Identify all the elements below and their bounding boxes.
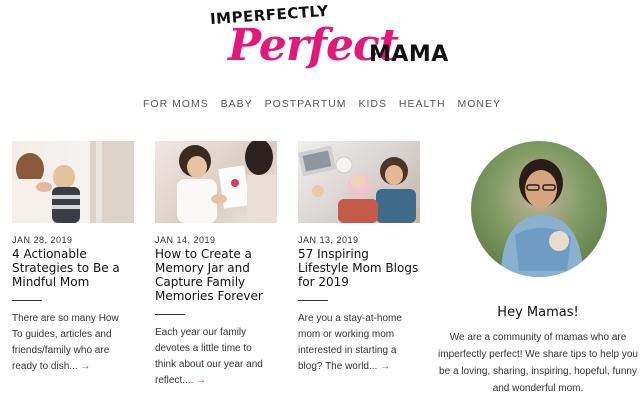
post-card: JAN 13, 2019 57 Inspiring Lifestyle Mom …: [298, 141, 420, 375]
author-avatar: [471, 141, 607, 277]
post-thumbnail[interactable]: [298, 141, 420, 223]
post-title[interactable]: 4 Actionable Strategies to Be a Mindful …: [12, 247, 134, 289]
nav-item-health[interactable]: HEALTH: [399, 98, 446, 110]
nav-item-baby[interactable]: BABY: [221, 98, 253, 110]
post-card: JAN 28, 2019 4 Actionable Strategies to …: [12, 141, 134, 375]
post-thumbnail[interactable]: [12, 141, 134, 223]
post-date: JAN 13, 2019: [298, 235, 359, 245]
post-excerpt: Each year our family devotes a little ti…: [155, 327, 263, 386]
post-title[interactable]: 57 Inspiring Lifestyle Mom Blogs for 201…: [298, 247, 420, 289]
post-excerpt: Are you a stay-at-home mom or working mo…: [298, 313, 402, 372]
post-card: JAN 14, 2019 How to Create a Memory Jar …: [155, 141, 277, 389]
family-laptop-photo: [298, 146, 416, 223]
read-more-arrow-icon[interactable]: →: [380, 361, 390, 372]
mother-child-photo: [12, 141, 134, 223]
divider: [298, 300, 328, 301]
read-more-arrow-icon[interactable]: →: [80, 361, 90, 372]
divider: [12, 300, 42, 301]
post-title[interactable]: How to Create a Memory Jar and Capture F…: [155, 247, 277, 303]
post-date: JAN 14, 2019: [155, 235, 216, 245]
nav-item-postpartum[interactable]: POSTPARTUM: [265, 98, 347, 110]
child-crafting-photo: [177, 141, 277, 223]
post-excerpt: There are so many How To guides, article…: [12, 313, 119, 372]
sidebar-heading: Hey Mamas!: [497, 305, 579, 320]
main-nav: FOR MOMS BABY POSTPARTUM KIDS HEALTH MON…: [0, 98, 644, 110]
nav-item-money[interactable]: MONEY: [457, 98, 501, 110]
logo-mama: MAMA: [369, 42, 449, 67]
post-date: JAN 28, 2019: [12, 235, 73, 245]
divider: [155, 314, 185, 315]
author-photo: [501, 159, 583, 277]
read-more-arrow-icon[interactable]: →: [196, 375, 206, 386]
nav-item-kids[interactable]: KIDS: [358, 98, 387, 110]
nav-item-for-moms[interactable]: FOR MOMS: [143, 98, 209, 110]
site-logo[interactable]: IMPERFECTLY Perfect MAMA: [206, 2, 449, 84]
post-thumbnail[interactable]: [155, 141, 277, 223]
sidebar-about-text: We are a community of mamas who are impe…: [438, 332, 638, 394]
